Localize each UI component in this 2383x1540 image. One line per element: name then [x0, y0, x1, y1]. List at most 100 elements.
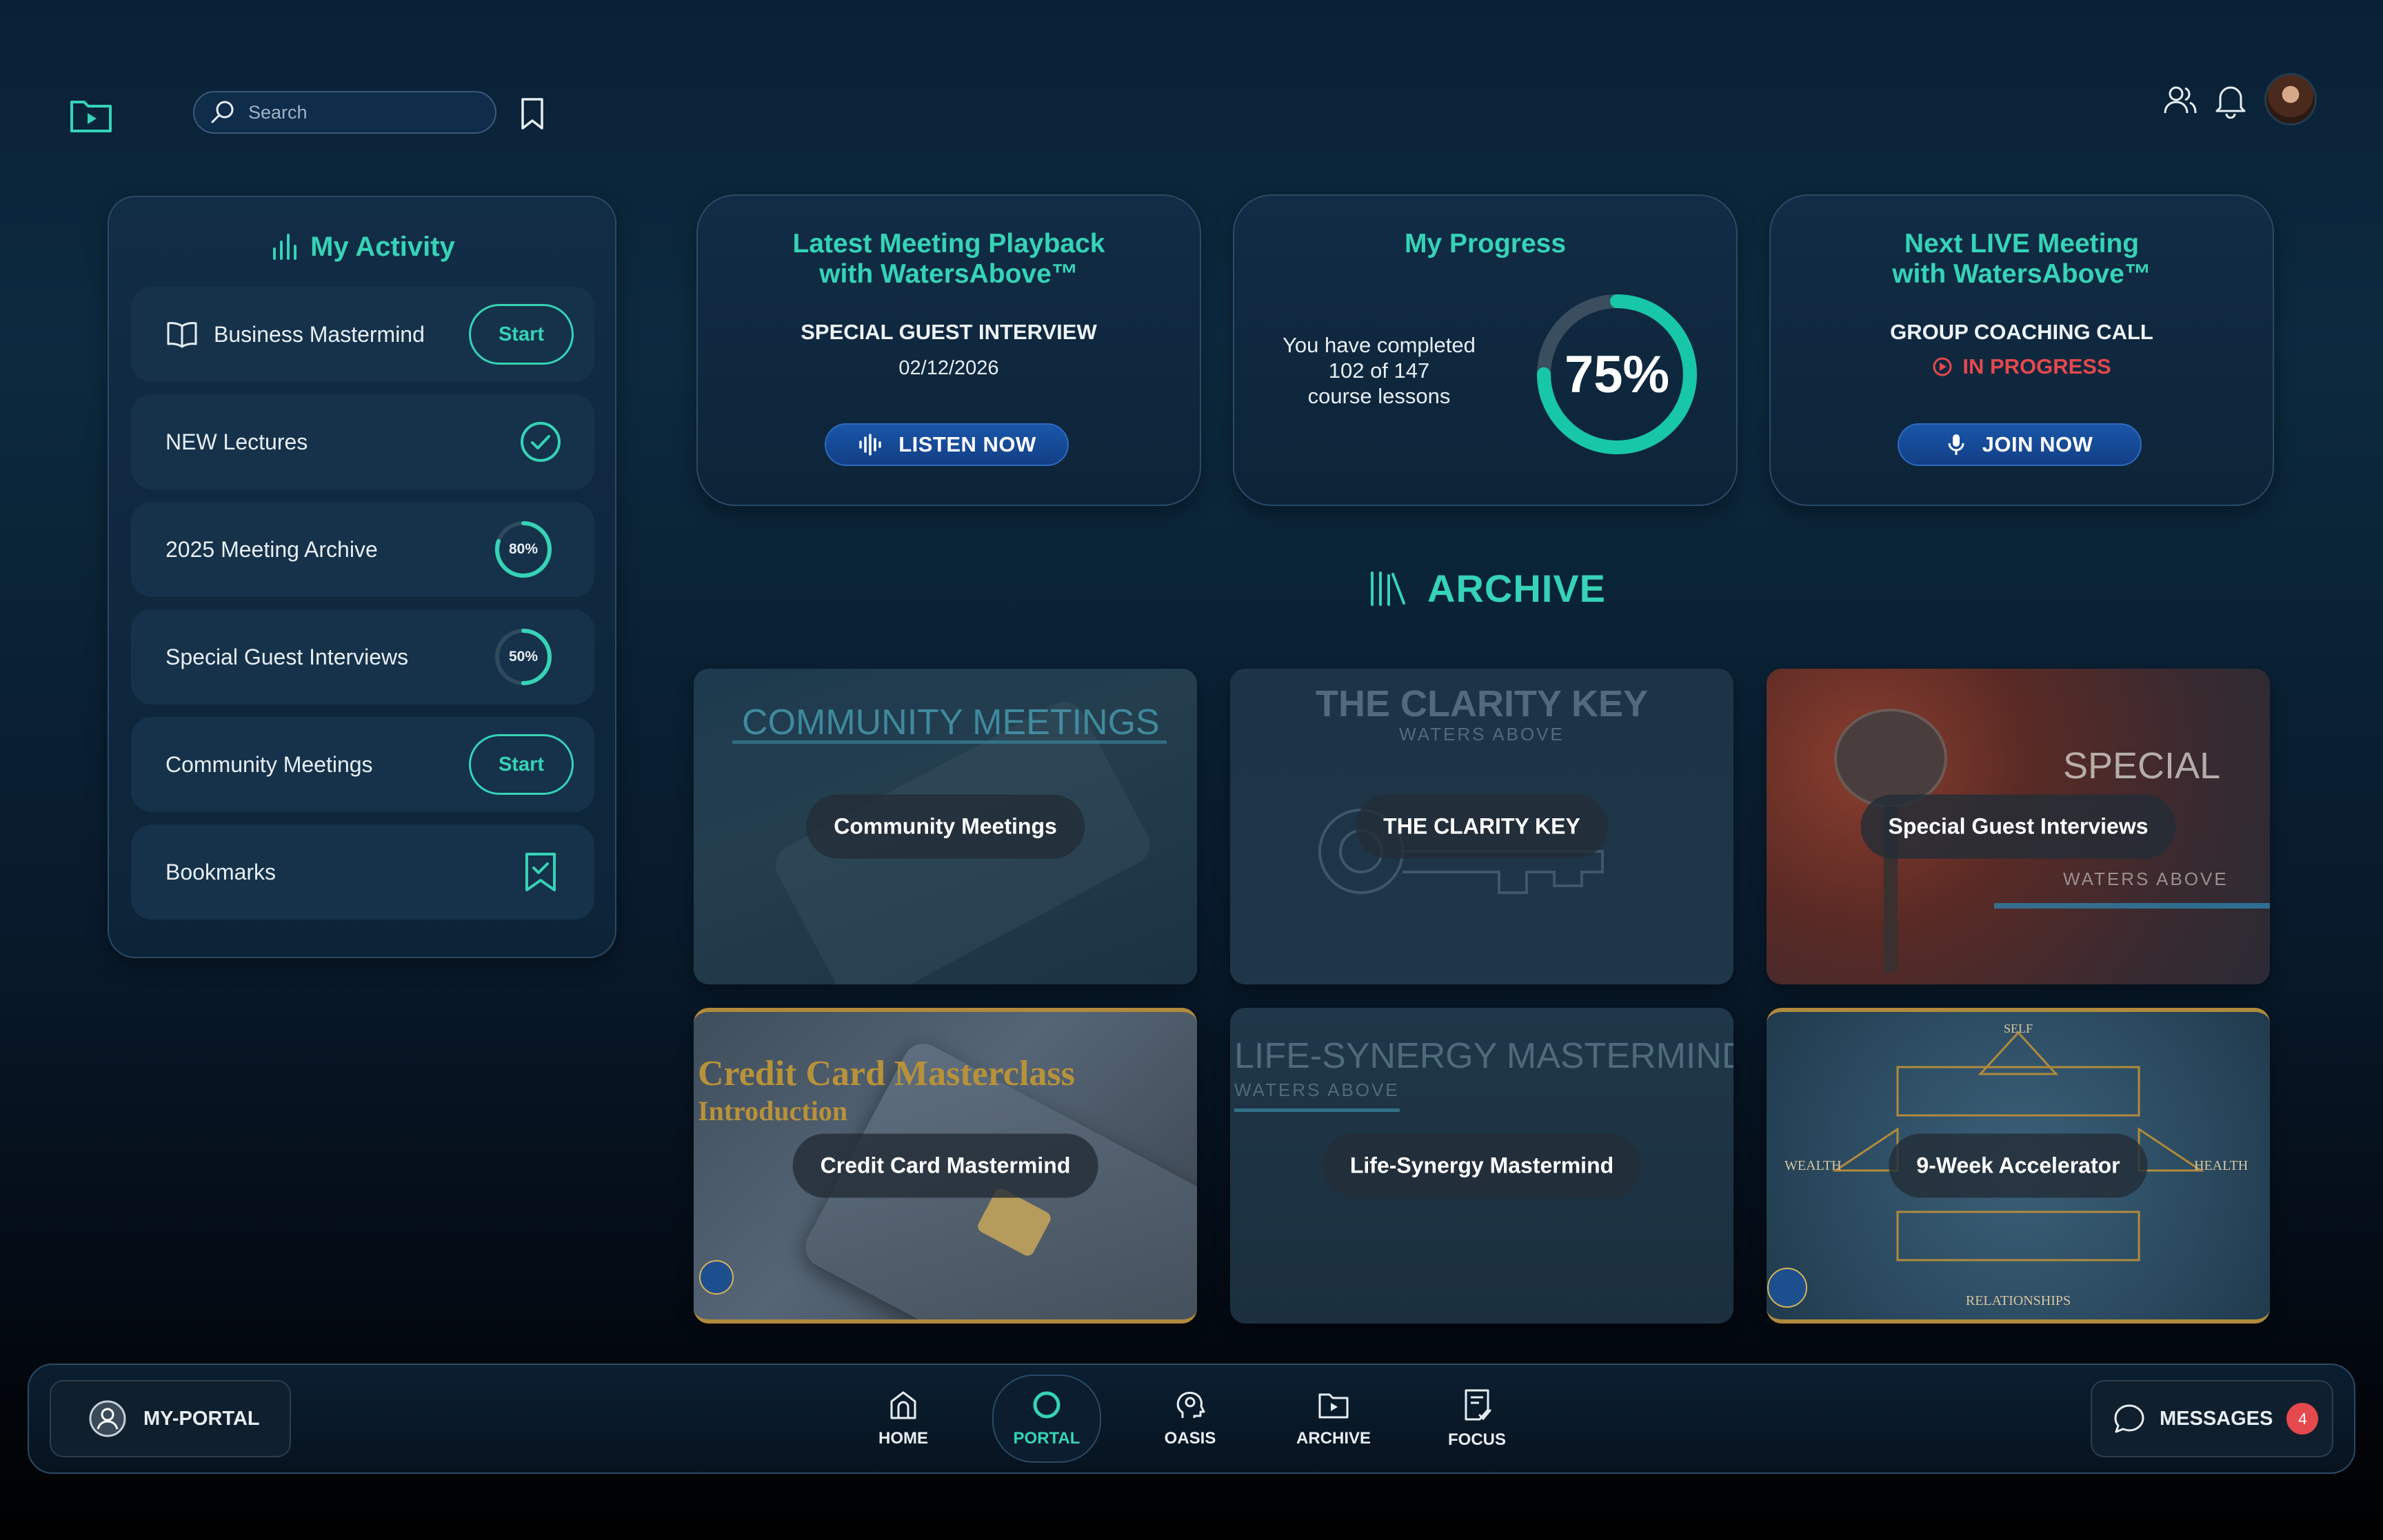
start-button[interactable]: Start [469, 734, 574, 795]
archive-tile-clarity-key[interactable]: THE CLARITY KEY WATERS ABOVE THE CLARITY… [1230, 669, 1733, 984]
open-book-icon [167, 322, 197, 348]
tile-label: Credit Card Mastermind [792, 1133, 1098, 1198]
tile-art-right: HEALTH [2194, 1158, 2249, 1173]
avatar[interactable] [2264, 73, 2317, 125]
chat-bubble-icon [2114, 1404, 2144, 1433]
progress-percent: 75% [1564, 345, 1670, 404]
progress-ring-large: 75% [1531, 288, 1703, 460]
nav-oasis[interactable]: OASIS [1135, 1380, 1245, 1457]
nav-label: OASIS [1164, 1429, 1216, 1448]
users-icon[interactable] [2162, 83, 2198, 119]
my-activity-heading: My Activity [109, 232, 618, 263]
tile-art-subtitle: WATERS ABOVE [2063, 869, 2229, 889]
card-title: Next LIVE Meeting [1904, 229, 2140, 259]
tile-art-left: WEALTH [1784, 1158, 1842, 1173]
messages-button[interactable]: MESSAGES 4 [2091, 1380, 2333, 1457]
my-portal-button[interactable]: MY-PORTAL [50, 1380, 291, 1457]
button-label: JOIN NOW [1982, 432, 2093, 456]
app-logo-icon[interactable] [69, 95, 113, 134]
my-progress-card: My Progress You have completed 102 of 14… [1233, 194, 1738, 506]
tile-art-underline [732, 740, 1167, 744]
tile-label: Community Meetings [806, 794, 1085, 859]
card-title: Latest Meeting Playback [792, 229, 1105, 259]
messages-label: MESSAGES [2160, 1407, 2273, 1430]
activity-item-new-lectures[interactable]: NEW Lectures [131, 394, 594, 489]
tile-art-top: SELF [2003, 1022, 2033, 1035]
activity-item-label: Community Meetings [165, 751, 373, 777]
live-status: IN PROGRESS [1771, 354, 2273, 379]
meeting-date: 02/12/2026 [898, 357, 999, 379]
tile-art-subtitle: Introduction [698, 1095, 848, 1126]
tile-art-subtitle: WATERS ABOVE [1234, 1080, 1400, 1100]
archive-tile-9-week-accelerator[interactable]: SELF WEALTH HEALTH RELATIONSHIPS 9-Week … [1767, 1008, 2270, 1324]
nav-label: PORTAL [1013, 1429, 1080, 1448]
progress-label: 50% [508, 649, 539, 665]
progress-label: 80% [508, 541, 539, 557]
home-icon [890, 1391, 916, 1419]
nav-archive[interactable]: ARCHIVE [1278, 1380, 1389, 1457]
archive-tile-credit-card[interactable]: Credit Card Masterclass Introduction Cre… [694, 1008, 1197, 1324]
clipboard-check-icon [1465, 1389, 1491, 1421]
join-now-button[interactable]: JOIN NOW [1898, 423, 2142, 466]
start-button[interactable]: Start [469, 304, 574, 365]
user-circle-icon [89, 1400, 126, 1437]
tile-art-underline [1994, 903, 2270, 909]
latest-playback-card: Latest Meeting Playback with WatersAbove… [696, 194, 1201, 506]
progress-line: You have completed [1283, 333, 1476, 357]
archive-title: ARCHIVE [1427, 566, 1607, 610]
activity-item-bookmarks[interactable]: Bookmarks [131, 824, 594, 920]
button-label: LISTEN NOW [898, 432, 1036, 456]
next-live-meeting-card: Next LIVE Meeting with WatersAbove™ GROU… [1769, 194, 2274, 506]
notification-bell-icon[interactable] [2213, 81, 2248, 119]
my-activity-title: My Activity [310, 232, 455, 262]
activity-item-community-meetings[interactable]: Community Meetings Start [131, 717, 594, 812]
listen-now-button[interactable]: LISTEN NOW [825, 423, 1069, 466]
progress-description: You have completed 102 of 147 course les… [1276, 332, 1482, 409]
archive-tile-life-synergy[interactable]: LIFE-SYNERGY MASTERMIND WATERS ABOVE Lif… [1230, 1008, 1733, 1324]
card-title: with WatersAbove™ [819, 259, 1078, 289]
progress-ring: 80% [494, 520, 553, 579]
my-activity-panel: My Activity Business Mastermind Start NE… [108, 196, 616, 958]
card-title: My Progress [1404, 229, 1567, 259]
archive-tile-special-guest-interviews[interactable]: SPECIAL WATERS ABOVE Special Guest Inter… [1767, 669, 2270, 984]
audio-wave-icon [859, 434, 881, 456]
activity-item-label: Bookmarks [165, 859, 276, 884]
tile-label: THE CLARITY KEY [1356, 794, 1608, 859]
portal-ring-icon [1033, 1391, 1060, 1419]
messages-count-badge: 4 [2286, 1403, 2319, 1435]
my-portal-label: MY-PORTAL [143, 1407, 260, 1430]
progress-line: course lessons [1307, 384, 1451, 408]
nav-portal[interactable]: PORTAL [992, 1375, 1101, 1463]
check-circle-icon [521, 422, 561, 462]
video-folder-icon [1318, 1393, 1349, 1419]
progress-ring: 50% [494, 627, 553, 687]
tile-art-subtitle: WATERS ABOVE [1399, 724, 1565, 744]
tile-art-title: THE CLARITY KEY [1315, 683, 1649, 725]
activity-item-business-mastermind[interactable]: Business Mastermind Start [131, 287, 594, 382]
activity-item-2025-meeting-archive[interactable]: 2025 Meeting Archive 80% [131, 502, 594, 597]
tile-label: Life-Synergy Mastermind [1322, 1133, 1642, 1198]
activity-item-label: 2025 Meeting Archive [165, 536, 378, 562]
activity-item-label: Special Guest Interviews [165, 644, 409, 669]
archive-tile-community-meetings[interactable]: COMMUNITY MEETINGS Community Meetings [694, 669, 1197, 984]
head-mind-icon [1176, 1392, 1205, 1418]
record-icon [1933, 357, 1952, 376]
progress-line: 102 of 147 [1328, 358, 1430, 383]
search-input[interactable] [248, 101, 476, 123]
bookmark-icon[interactable] [517, 97, 547, 131]
tile-art-bottom: RELATIONSHIPS [1965, 1293, 2071, 1308]
status-label: IN PROGRESS [1962, 354, 2111, 378]
nav-focus[interactable]: FOCUS [1422, 1380, 1532, 1457]
card-subtitle: GROUP COACHING CALL [1890, 320, 2153, 344]
activity-item-special-guest-interviews[interactable]: Special Guest Interviews 50% [131, 609, 594, 705]
nav-home[interactable]: HOME [848, 1380, 958, 1457]
bar-chart-icon [273, 234, 297, 260]
nav-label: ARCHIVE [1296, 1429, 1371, 1448]
tile-label: 9-Week Accelerator [1889, 1133, 2148, 1198]
tile-art-underline [1234, 1108, 1400, 1112]
tile-art-title: SPECIAL [2063, 745, 2221, 787]
activity-item-label: NEW Lectures [165, 429, 308, 454]
search-icon [210, 99, 236, 125]
search-bar[interactable] [193, 91, 496, 134]
library-icon [1371, 571, 1405, 606]
